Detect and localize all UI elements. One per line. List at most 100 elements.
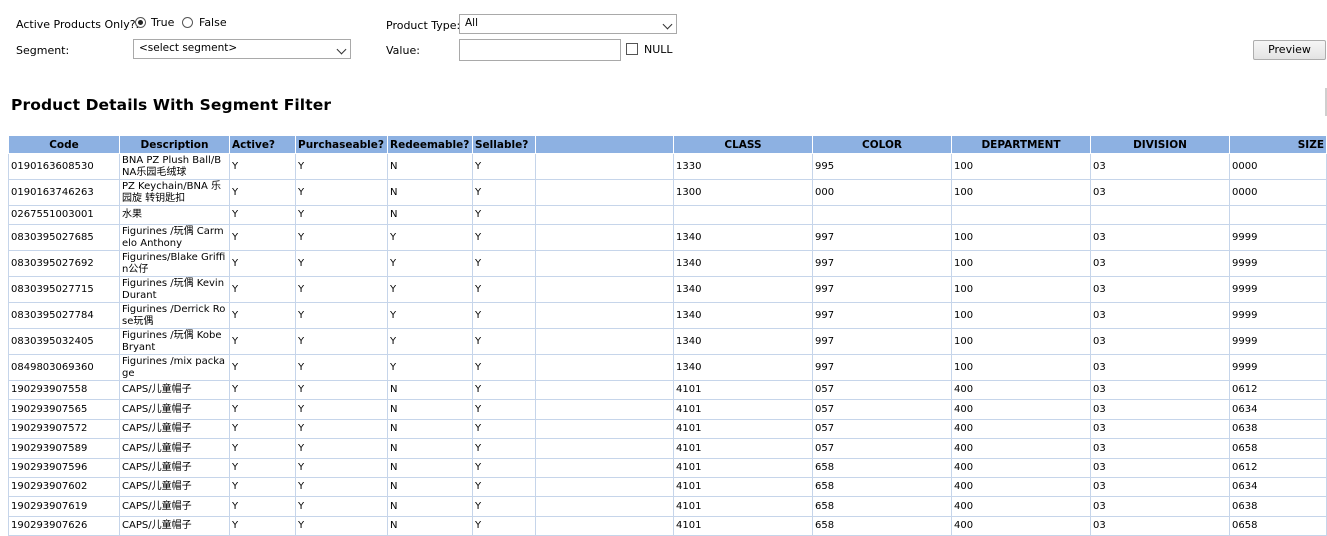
cell-division: 03 <box>1090 354 1230 381</box>
cell-purchaseable: Y <box>295 276 388 303</box>
cell-purchaseable: Y <box>295 302 388 329</box>
cell-description: CAPS/儿童帽子 <box>119 476 230 498</box>
column-header-sellable[interactable]: Sellable? <box>472 135 536 154</box>
cell-redeemable: N <box>387 379 473 401</box>
cell-blank <box>535 276 674 303</box>
cell-color: 997 <box>812 354 952 381</box>
false-radio-label[interactable]: False <box>199 16 227 29</box>
cell-size: 0612 <box>1229 457 1327 478</box>
cell-class: 1340 <box>673 302 813 329</box>
cell-color: 000 <box>812 179 952 206</box>
cell-purchaseable: Y <box>295 379 388 401</box>
preview-button[interactable]: Preview <box>1253 40 1326 60</box>
table-row[interactable]: 0190163608530 BNA PZ Plush Ball/BNA乐园毛绒球 Y… <box>8 153 1327 180</box>
column-header-description[interactable]: Description <box>119 135 230 154</box>
cell-class: 1340 <box>673 354 813 381</box>
column-header-purchaseable[interactable]: Purchaseable? <box>295 135 388 154</box>
column-header-size[interactable]: SIZE <box>1229 135 1327 154</box>
cell-size: 0634 <box>1229 399 1327 420</box>
cell-sellable: Y <box>472 496 536 517</box>
table-row[interactable]: 0267551003001 水果 Y Y N Y <box>8 205 1327 225</box>
cell-division: 03 <box>1090 328 1230 355</box>
null-checkbox[interactable] <box>626 43 638 55</box>
table-row[interactable]: 190293907589 CAPS/儿童帽子 Y Y N Y 4101 057 400 03 065… <box>8 438 1327 459</box>
cell-department: 100 <box>951 328 1091 355</box>
product-type-select[interactable]: All <box>459 14 677 34</box>
cell-purchaseable: Y <box>295 250 388 277</box>
cell-sellable: Y <box>472 476 536 498</box>
column-header-color[interactable]: COLOR <box>812 135 952 154</box>
cell-blank <box>535 496 674 517</box>
true-radio-label[interactable]: True <box>151 16 174 29</box>
column-header-division[interactable]: DIVISION <box>1090 135 1230 154</box>
table-row[interactable]: 0830395032405 Figurines /玩偶 Kobe Bryant Y Y… <box>8 328 1327 355</box>
table-row[interactable]: 0830395027715 Figurines /玩偶 Kevin Durant Y… <box>8 276 1327 303</box>
cell-color: 658 <box>812 476 952 498</box>
column-header-active[interactable]: Active? <box>229 135 296 154</box>
cell-description: Figurines /玩偶 Kevin Durant <box>119 276 230 303</box>
cell-description: CAPS/儿童帽子 <box>119 496 230 517</box>
cell-purchaseable: Y <box>295 205 388 225</box>
cell-description: CAPS/儿童帽子 <box>119 379 230 401</box>
table-row[interactable]: 190293907626 CAPS/儿童帽子 Y Y N Y 4101 658 400 03 065… <box>8 515 1327 536</box>
table-row[interactable]: 0830395027692 Figurines/Blake Griffin公仔 Y Y… <box>8 250 1327 277</box>
product-type-select-value: All <box>465 17 479 29</box>
cell-division: 03 <box>1090 457 1230 478</box>
segment-select[interactable]: <select segment> <box>133 39 351 59</box>
table-row[interactable]: 190293907596 CAPS/儿童帽子 Y Y N Y 4101 658 400 03 061… <box>8 457 1327 478</box>
cell-description: Figurines /mix package <box>119 354 230 381</box>
cell-redeemable: N <box>387 179 473 206</box>
cell-class: 4101 <box>673 379 813 401</box>
cell-active: Y <box>229 328 296 355</box>
cell-redeemable: Y <box>387 328 473 355</box>
true-radio[interactable] <box>135 17 146 28</box>
cell-blank <box>535 418 674 440</box>
cell-redeemable: Y <box>387 302 473 329</box>
cell-department: 400 <box>951 418 1091 440</box>
cell-redeemable: N <box>387 496 473 517</box>
cell-color: 997 <box>812 302 952 329</box>
cell-sellable: Y <box>472 379 536 401</box>
cell-purchaseable: Y <box>295 476 388 498</box>
false-radio[interactable] <box>182 17 193 28</box>
table-row[interactable]: 190293907572 CAPS/儿童帽子 Y Y N Y 4101 057 400 03 063… <box>8 418 1327 440</box>
table-row[interactable]: 190293907558 CAPS/儿童帽子 Y Y N Y 4101 057 400 03 061… <box>8 379 1327 401</box>
cell-purchaseable: Y <box>295 496 388 517</box>
cell-redeemable: N <box>387 205 473 225</box>
cell-color: 995 <box>812 153 952 180</box>
cell-redeemable: N <box>387 457 473 478</box>
cell-blank <box>535 328 674 355</box>
cell-color: 997 <box>812 276 952 303</box>
table-row[interactable]: 190293907565 CAPS/儿童帽子 Y Y N Y 4101 057 400 03 063… <box>8 399 1327 420</box>
cell-sellable: Y <box>472 438 536 459</box>
column-header-department[interactable]: DEPARTMENT <box>951 135 1091 154</box>
table-row[interactable]: 190293907602 CAPS/儿童帽子 Y Y N Y 4101 658 400 03 063… <box>8 476 1327 498</box>
table-row[interactable]: 0849803069360 Figurines /mix package Y Y Y Y 1… <box>8 354 1327 381</box>
cell-description: Figurines /玩偶 Carmelo Anthony <box>119 224 230 251</box>
cell-description: 水果 <box>119 205 230 225</box>
cell-code: 0830395027685 <box>8 224 120 251</box>
column-header-code[interactable]: Code <box>8 135 120 154</box>
column-header-redeemable[interactable]: Redeemable? <box>387 135 473 154</box>
cell-size: 9999 <box>1229 328 1327 355</box>
cell-active: Y <box>229 418 296 440</box>
cell-size: 0638 <box>1229 496 1327 517</box>
cell-blank <box>535 224 674 251</box>
column-header-class[interactable]: CLASS <box>673 135 813 154</box>
cell-code: 190293907602 <box>8 476 120 498</box>
table-row[interactable]: 0830395027685 Figurines /玩偶 Carmelo Antho… <box>8 224 1327 251</box>
table-row[interactable]: 0190163746263 PZ Keychain/BNA 乐园旋 转钥匙扣 Y Y N… <box>8 179 1327 206</box>
table-row[interactable]: 0830395027784 Figurines /Derrick Rose玩偶 Y Y… <box>8 302 1327 329</box>
cell-division: 03 <box>1090 302 1230 329</box>
cell-color: 997 <box>812 224 952 251</box>
cell-description: CAPS/儿童帽子 <box>119 418 230 440</box>
cell-blank <box>535 205 674 225</box>
cell-size: 0000 <box>1229 153 1327 180</box>
cell-active: Y <box>229 302 296 329</box>
column-header-blank <box>535 135 674 154</box>
table-row[interactable]: 190293907619 CAPS/儿童帽子 Y Y N Y 4101 658 400 03 063… <box>8 496 1327 517</box>
cell-active: Y <box>229 379 296 401</box>
cell-code: 0830395027784 <box>8 302 120 329</box>
cell-redeemable: N <box>387 418 473 440</box>
value-input[interactable] <box>459 39 621 61</box>
